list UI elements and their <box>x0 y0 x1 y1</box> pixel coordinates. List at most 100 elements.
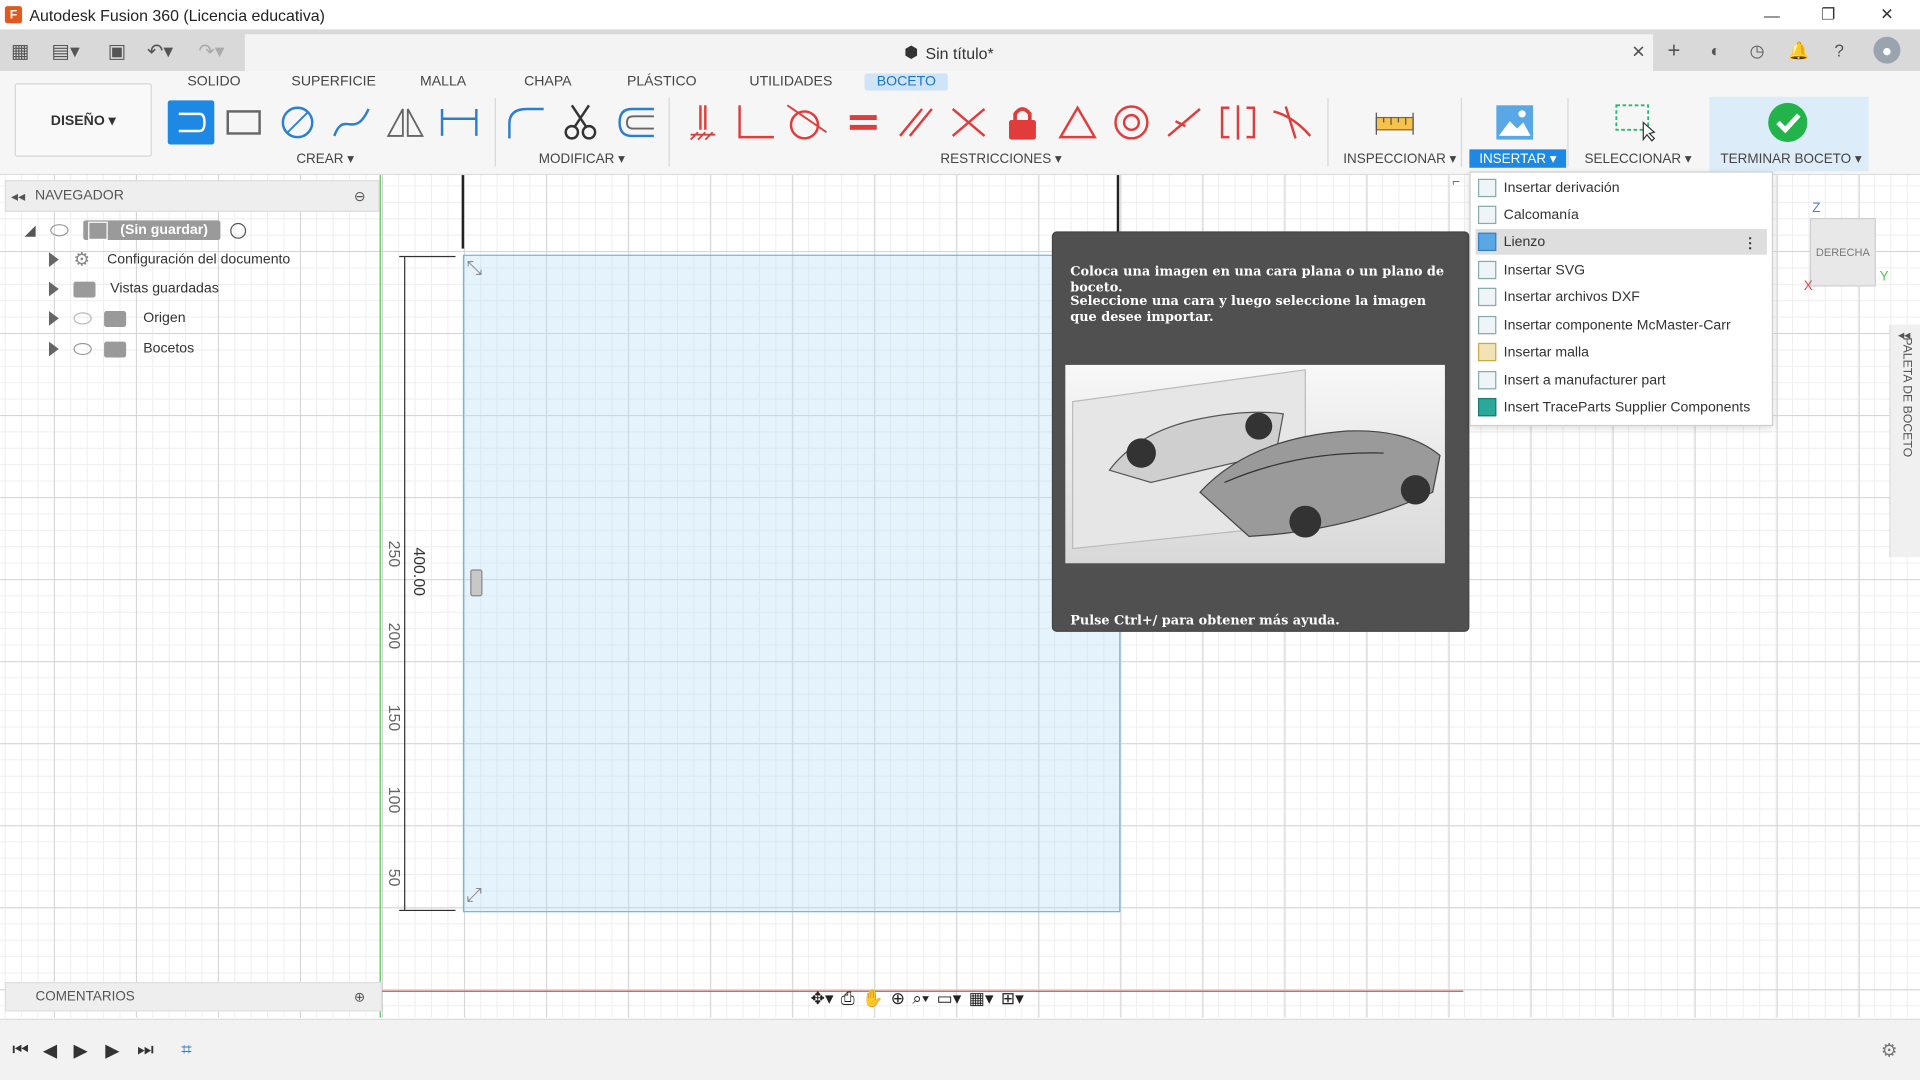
tab-utilidades[interactable]: UTILIDADES <box>737 73 844 90</box>
visibility-eye-icon[interactable] <box>73 342 92 356</box>
workspace-selector[interactable]: DISEÑO ▾ <box>14 83 152 157</box>
symmetry-constraint-button[interactable] <box>1215 100 1262 144</box>
midpoint-constraint-button[interactable] <box>945 100 992 144</box>
select-tool-button[interactable] <box>1611 100 1658 144</box>
parallel-constraint-button[interactable] <box>893 100 940 144</box>
line-tool-button[interactable] <box>167 100 215 145</box>
fillet-tool-button[interactable] <box>502 100 549 144</box>
sketch-canvas-rectangle[interactable] <box>462 254 1121 913</box>
job-status-icon[interactable]: ◷ <box>1744 37 1771 64</box>
step-forward-icon[interactable]: ▶ <box>105 1040 119 1062</box>
maximize-button[interactable]: ❐ <box>1800 0 1856 29</box>
create-group-label[interactable]: CREAR ▾ <box>296 151 354 167</box>
menu-item-traceparts[interactable]: Insert TraceParts Supplier Components <box>1476 394 1767 420</box>
perpendicular-constraint-button[interactable] <box>732 100 779 144</box>
go-to-end-icon[interactable]: ⏭ <box>137 1040 154 1061</box>
offset-tool-button[interactable] <box>612 100 659 144</box>
nav-item-saved-views[interactable]: Vistas guardadas <box>48 276 219 303</box>
collinear-constraint-button[interactable] <box>1161 100 1208 144</box>
expand-triangle-icon[interactable] <box>48 341 59 357</box>
extensions-icon[interactable]: ◐ <box>1702 37 1729 64</box>
trim-tool-button[interactable] <box>557 100 604 144</box>
nav-root-label[interactable]: (Sin guardar) <box>83 220 221 241</box>
nav-root-row[interactable]: ◢ (Sin guardar) <box>24 217 246 244</box>
help-icon[interactable]: ? <box>1826 37 1853 64</box>
tab-malla[interactable]: MALLA <box>408 73 479 90</box>
notifications-bell-icon[interactable]: 🔔 <box>1785 37 1812 64</box>
expand-triangle-icon[interactable] <box>48 281 59 297</box>
orbit-icon[interactable]: ✥▾ <box>811 988 834 1009</box>
menu-item-insert-derive[interactable]: Insertar derivación <box>1476 175 1767 201</box>
more-options-icon[interactable]: ⋮ <box>1743 233 1757 251</box>
viewports-icon[interactable]: ⊞▾ <box>1001 988 1024 1009</box>
tab-solido[interactable]: SOLIDO <box>175 73 253 90</box>
fix-lock-button[interactable] <box>999 100 1046 144</box>
undo-icon[interactable]: ↶▾ <box>147 39 173 63</box>
play-icon[interactable]: ▶ <box>73 1040 87 1062</box>
go-to-start-icon[interactable]: ⏮ <box>12 1040 29 1061</box>
file-menu-icon[interactable]: ▤▾ <box>51 39 79 63</box>
hidden-eye-icon[interactable] <box>73 312 92 325</box>
menu-item-decal[interactable]: Calcomanía <box>1476 202 1767 228</box>
dimension-value[interactable]: 400.00 <box>410 547 428 608</box>
timeline-settings-gear-icon[interactable]: ⚙ <box>1881 1040 1897 1062</box>
add-comment-icon[interactable]: ⊕ <box>354 989 365 1005</box>
tab-chapa[interactable]: CHAPA <box>512 73 584 90</box>
app-grid-icon[interactable]: ▦ <box>11 39 30 63</box>
collapse-triangle-icon[interactable]: ◢ <box>24 222 35 239</box>
zoom-icon[interactable]: ⊕ <box>891 988 905 1009</box>
rectangle-tool-button[interactable] <box>220 100 267 144</box>
grid-settings-icon[interactable]: ▦▾ <box>969 988 994 1009</box>
insert-image-button[interactable] <box>1491 100 1538 144</box>
dimension-tool-button[interactable] <box>436 100 483 144</box>
canvas-corner-handle-icon[interactable]: ⤢ <box>467 885 483 907</box>
menu-item-insert-mesh[interactable]: Insertar malla <box>1476 339 1767 365</box>
canvas-edge-handle[interactable] <box>470 569 483 597</box>
user-avatar[interactable]: ● <box>1873 36 1901 64</box>
menu-item-insert-dxf[interactable]: Insertar archivos DXF <box>1476 284 1767 310</box>
navigator-minus-icon[interactable]: ⊖ <box>354 187 366 205</box>
equal-constraint-button[interactable] <box>840 100 887 144</box>
menu-item-mcmaster-carr[interactable]: Insertar componente McMaster-Carr <box>1476 312 1767 338</box>
constraints-group-label[interactable]: RESTRICCIONES ▾ <box>940 151 1061 167</box>
spline-tool-button[interactable] <box>328 100 375 144</box>
menu-item-canvas[interactable]: Lienzo ⋮ <box>1475 228 1767 255</box>
step-back-icon[interactable]: ◀ <box>43 1040 57 1062</box>
expand-triangle-icon[interactable] <box>48 311 59 326</box>
concentric-triangle-button[interactable] <box>1054 100 1101 144</box>
nav-item-document-settings[interactable]: ⚙ Configuración del documento <box>48 246 290 273</box>
menu-item-manufacturer-part[interactable]: Insert a manufacturer part <box>1476 367 1767 393</box>
display-settings-icon[interactable]: ▭▾ <box>937 988 962 1009</box>
nav-item-sketches[interactable]: Bocetos <box>48 336 194 363</box>
visibility-eye-icon[interactable] <box>50 224 69 237</box>
new-tab-button[interactable]: + <box>1660 37 1687 64</box>
inspect-group-label[interactable]: INSPECCIONAR ▾ <box>1343 151 1456 167</box>
activate-radio-icon[interactable] <box>229 222 246 239</box>
circle-tool-button[interactable] <box>274 100 321 144</box>
pan-hand-icon[interactable]: ✋ <box>862 988 883 1009</box>
save-icon[interactable]: ▣ <box>108 39 127 63</box>
canvas-corner-handle-icon[interactable]: ⤡ <box>467 258 483 280</box>
tab-plastico[interactable]: PLÁSTICO <box>615 73 709 90</box>
expand-triangle-icon[interactable] <box>48 252 59 267</box>
mirror-tool-button[interactable] <box>382 100 429 144</box>
view-cube[interactable]: DERECHA <box>1809 217 1876 287</box>
select-group-label[interactable]: SELECCIONAR ▾ <box>1585 151 1692 167</box>
minimize-button[interactable]: — <box>1744 0 1800 29</box>
close-document-button[interactable]: ✕ <box>1631 42 1645 63</box>
nav-item-origin[interactable]: Origen <box>48 305 186 332</box>
zoom-window-icon[interactable]: ⌕▾ <box>912 988 929 1009</box>
menu-item-insert-svg[interactable]: Insertar SVG <box>1476 257 1767 283</box>
sketch-palette-collapsed[interactable]: ◂◂ PALETA DE BOCETO <box>1889 324 1920 558</box>
collapse-panel-icon[interactable]: ◂◂ <box>11 187 25 205</box>
curvature-constraint-button[interactable] <box>1269 100 1316 144</box>
timeline-sketch-feature-icon[interactable]: ⌗ <box>181 1040 191 1061</box>
finish-sketch-button[interactable] <box>1765 100 1812 144</box>
tab-boceto[interactable]: BOCETO <box>864 73 949 91</box>
redo-icon[interactable]: ↷▾ <box>198 39 224 63</box>
coincident-constraint-button[interactable] <box>678 100 725 144</box>
tab-superficie[interactable]: SUPERFICIE <box>279 73 388 90</box>
finish-sketch-label[interactable]: TERMINAR BOCETO ▾ <box>1720 151 1861 167</box>
modify-group-label[interactable]: MODIFICAR ▾ <box>539 151 625 167</box>
look-at-icon[interactable]: ⎙ <box>841 988 855 1009</box>
